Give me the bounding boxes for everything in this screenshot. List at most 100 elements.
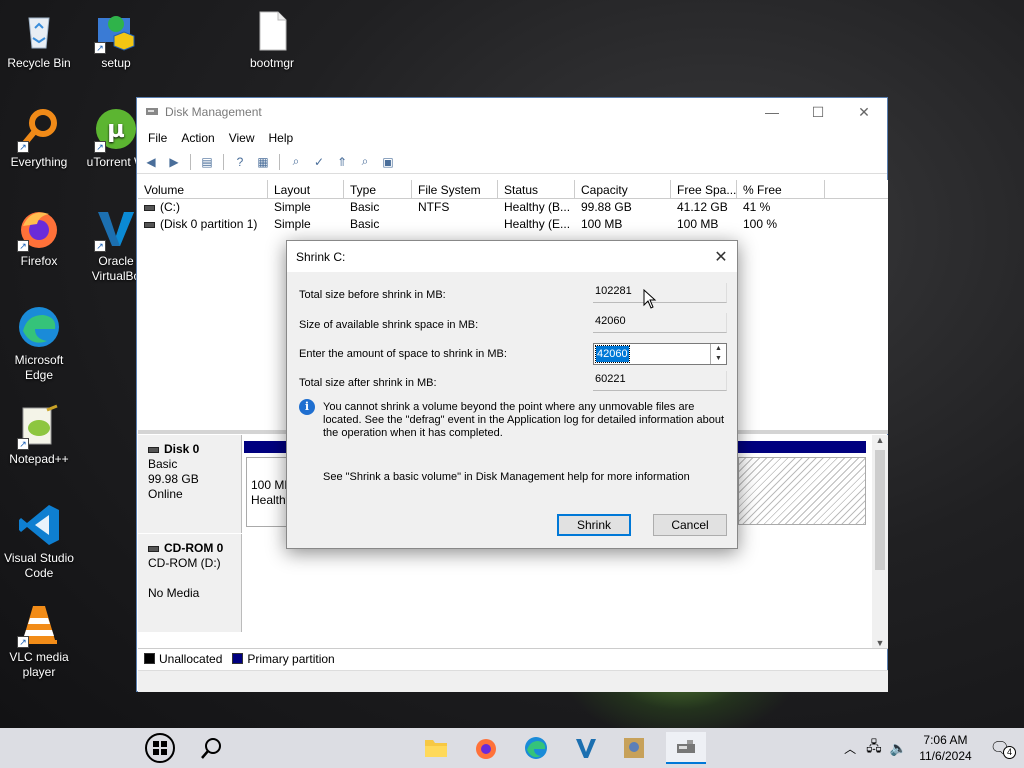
column-status[interactable]: Status: [498, 180, 575, 198]
dialog-titlebar[interactable]: Shrink C: ✕: [287, 241, 737, 272]
up-icon[interactable]: ⇑: [332, 153, 352, 171]
column-layout[interactable]: Layout: [268, 180, 344, 198]
column-free-space[interactable]: Free Spa...: [671, 180, 737, 198]
disk-icon: [148, 442, 164, 456]
desktop-icon-firefox[interactable]: ↗ Firefox: [0, 206, 78, 269]
menu-action[interactable]: Action: [174, 131, 221, 145]
edge-icon: [17, 305, 61, 349]
help-icon[interactable]: ?: [230, 153, 250, 171]
cdrom-0-drive: CD-ROM (D:): [148, 556, 221, 570]
shortcut-arrow-icon: ↗: [17, 141, 29, 153]
taskbar-disk-management[interactable]: [666, 732, 706, 764]
search-button[interactable]: [196, 732, 228, 764]
partition-c-selected[interactable]: [738, 457, 866, 525]
disk-management-icon: [677, 740, 695, 753]
forward-icon[interactable]: ▶: [164, 153, 184, 171]
desktop-icon-setup[interactable]: ↗ setup: [77, 8, 155, 71]
stepper-down-icon[interactable]: ▼: [711, 354, 726, 364]
taskbar-virtualbox[interactable]: [570, 732, 602, 764]
menu-help[interactable]: Help: [262, 131, 301, 145]
network-icon[interactable]: 🖧: [862, 736, 886, 760]
close-button[interactable]: ✕: [841, 98, 887, 126]
table-row[interactable]: (Disk 0 partition 1) Simple Basic Health…: [138, 216, 888, 233]
volume-icon[interactable]: 🔈: [886, 740, 911, 757]
desktop-icon-label: Microsoft Edge: [14, 353, 64, 382]
column-file-system[interactable]: File System: [412, 180, 498, 198]
desktop-icon-label: Everything: [10, 155, 68, 169]
edge-icon: [525, 737, 547, 759]
desktop-icon-bootmgr[interactable]: bootmgr: [233, 8, 311, 71]
cell-type: Basic: [350, 217, 380, 231]
shrink-button[interactable]: Shrink: [557, 514, 631, 536]
clock-date: 11/6/2024: [919, 749, 972, 763]
vertical-scrollbar[interactable]: ▲ ▼: [872, 435, 888, 648]
desktop-icon-vscode[interactable]: Visual Studio Code: [0, 503, 78, 581]
legend-primary: Primary partition: [247, 651, 335, 666]
disk-0-size: 99.98 GB: [148, 472, 199, 486]
desktop-icon-label: Notepad++: [9, 452, 69, 466]
toolbar-separator: [223, 153, 224, 170]
column-volume[interactable]: Volume: [138, 180, 268, 198]
desktop-icon-notepadpp[interactable]: ↗ Notepad++: [0, 404, 78, 467]
table-row[interactable]: (C:) Simple Basic NTFS Healthy (B... 99.…: [138, 199, 888, 216]
cdrom-0-label[interactable]: CD-ROM 0 CD-ROM (D:) No Media: [138, 534, 242, 632]
stepper-up-icon[interactable]: ▲: [711, 344, 726, 354]
desktop-icon-everything[interactable]: ↗ Everything: [0, 107, 78, 170]
dialog-title: Shrink C:: [296, 249, 346, 264]
shrink-dialog: Shrink C: ✕ Total size before shrink in …: [286, 240, 738, 549]
taskbar: ︿ 🖧 🔈 7:06 AM 11/6/2024 🗨 4: [0, 728, 1024, 768]
desktop-icon-label: Visual Studio Code: [4, 551, 74, 580]
amount-label: Enter the amount of space to shrink in M…: [299, 348, 507, 360]
disk-0-state: Online: [148, 487, 183, 501]
svg-text:µ: µ: [107, 115, 125, 143]
column-type[interactable]: Type: [344, 180, 412, 198]
scroll-thumb[interactable]: [875, 450, 885, 570]
search-icon[interactable]: ⌕: [355, 153, 375, 171]
app-icon: [624, 738, 644, 758]
shrink-amount-input[interactable]: 42060: [595, 345, 630, 363]
virtualbox-icon: ↗: [94, 206, 138, 252]
window-titlebar[interactable]: Disk Management — ☐ ✕: [137, 98, 887, 126]
cancel-button[interactable]: Cancel: [653, 514, 727, 536]
notepadpp-icon: ↗: [17, 404, 61, 450]
scroll-up-icon[interactable]: ▲: [872, 435, 888, 445]
connect-icon[interactable]: ⌕: [286, 153, 306, 171]
shortcut-arrow-icon: ↗: [17, 438, 29, 450]
console-tree-icon[interactable]: ▤: [197, 153, 217, 171]
taskbar-file-explorer[interactable]: [420, 732, 452, 764]
desktop-icon-vlc[interactable]: ↗ VLC media player: [0, 602, 78, 680]
menu-view[interactable]: View: [222, 131, 262, 145]
total-before-label: Total size before shrink in MB:: [299, 289, 446, 301]
drive-icon: [144, 221, 155, 228]
scroll-down-icon[interactable]: ▼: [872, 638, 888, 648]
chevron-up-icon[interactable]: ︿: [838, 740, 862, 757]
desktop-icon-label: bootmgr: [249, 56, 295, 70]
shrink-amount-stepper[interactable]: 42060 ▲ ▼: [593, 343, 727, 365]
taskbar-firefox[interactable]: [470, 732, 502, 764]
taskbar-edge[interactable]: [520, 732, 552, 764]
system-tray: ︿ 🖧 🔈 7:06 AM 11/6/2024 🗨 4: [838, 728, 1024, 768]
notification-icon[interactable]: 🗨 4: [980, 738, 1024, 759]
dialog-close-button[interactable]: ✕: [705, 241, 737, 272]
column-capacity[interactable]: Capacity: [575, 180, 671, 198]
desktop-icon-recycle-bin[interactable]: Recycle Bin: [0, 8, 78, 71]
start-button[interactable]: [144, 732, 176, 764]
back-icon[interactable]: ◀: [141, 153, 161, 171]
disk-0-label[interactable]: Disk 0 Basic 99.98 GB Online: [138, 435, 242, 533]
taskbar-app[interactable]: [618, 732, 650, 764]
column-percent-free[interactable]: % Free: [737, 180, 825, 198]
view-icon[interactable]: ▦: [253, 153, 273, 171]
properties-icon[interactable]: ▣: [378, 153, 398, 171]
file-icon: [250, 8, 294, 52]
cell-status: Healthy (E...: [504, 217, 571, 231]
desktop-icon-edge[interactable]: Microsoft Edge: [0, 305, 78, 383]
minimize-button[interactable]: —: [749, 98, 795, 126]
check-icon[interactable]: ✓: [309, 153, 329, 171]
shortcut-arrow-icon: ↗: [17, 240, 29, 252]
menu-file[interactable]: File: [141, 131, 174, 145]
clock[interactable]: 7:06 AM 11/6/2024: [911, 732, 980, 764]
disk-management-icon: [145, 104, 159, 121]
desktop-icon-label: VLC media player: [9, 650, 69, 679]
shortcut-arrow-icon: ↗: [94, 240, 106, 252]
maximize-button[interactable]: ☐: [795, 98, 841, 126]
